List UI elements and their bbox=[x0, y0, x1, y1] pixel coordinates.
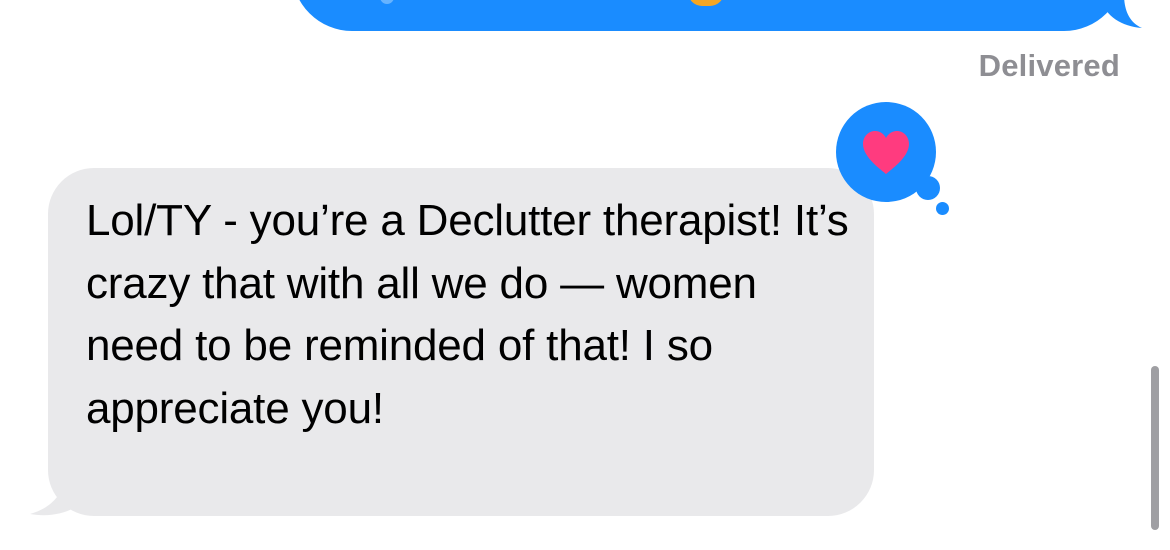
heart-reaction-badge[interactable] bbox=[836, 102, 936, 202]
scroll-indicator[interactable] bbox=[1151, 366, 1159, 530]
heart-icon bbox=[863, 131, 909, 174]
received-message-text: Lol/TY - you’re a Declutter therapist! I… bbox=[86, 196, 849, 433]
sent-bubble-tail bbox=[1100, 0, 1142, 28]
message-thread: Delivered Lol/TY - you’re a Declutter th… bbox=[0, 0, 1170, 550]
delivery-status: Delivered bbox=[978, 48, 1120, 83]
reaction-bubble-dot-small bbox=[936, 202, 949, 215]
